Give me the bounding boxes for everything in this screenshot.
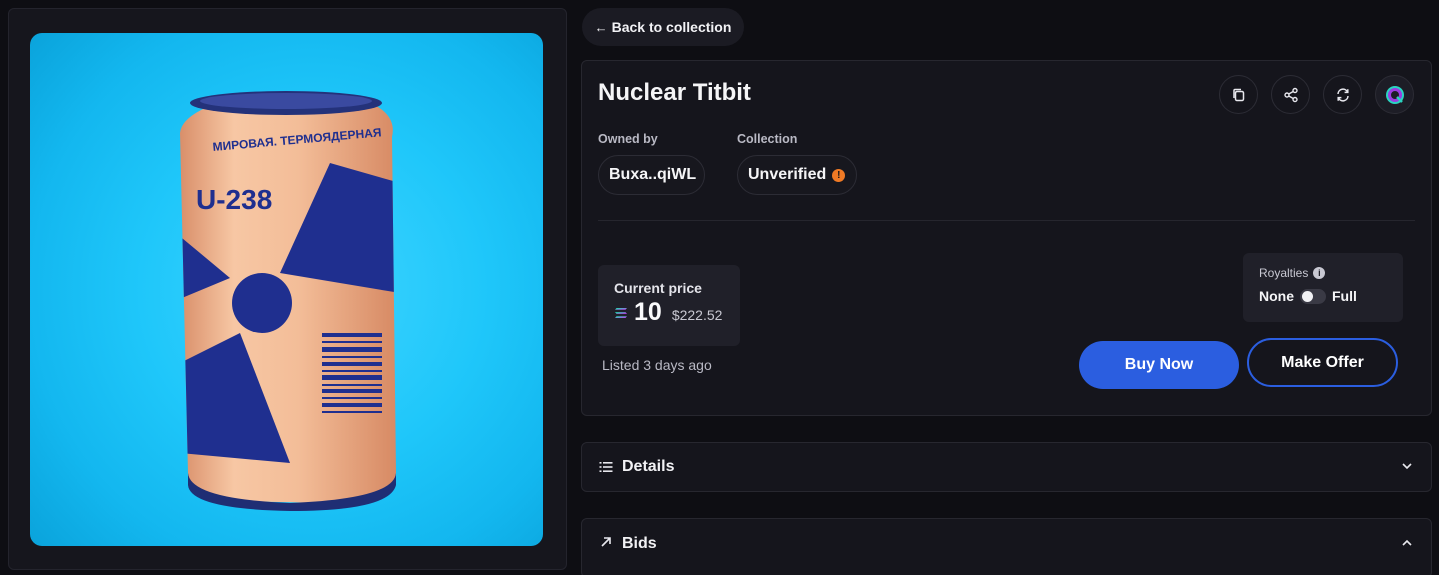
royalty-toggle[interactable] [1300, 288, 1326, 304]
price-value: 10 [634, 298, 662, 326]
share-button[interactable] [1271, 75, 1310, 114]
toggle-knob [1302, 290, 1313, 302]
list-icon [599, 462, 613, 472]
details-accordion[interactable]: Details [581, 442, 1432, 492]
listing-card: Nuclear Titbit Owned by Buxa..qiWL Colle… [581, 60, 1432, 416]
warning-icon: ! [832, 168, 846, 182]
copy-button[interactable] [1219, 75, 1258, 114]
chevron-down-icon [1402, 463, 1412, 470]
refresh-button[interactable] [1323, 75, 1362, 114]
royalty-option-full: Full [1332, 288, 1357, 304]
current-price-label: Current price [614, 280, 702, 296]
owner-pill[interactable]: Buxa..qiWL [598, 155, 705, 195]
chevron-up-icon [1402, 539, 1412, 546]
back-button-label: Back to collection [611, 19, 732, 35]
price-usd: $222.52 [671, 307, 723, 323]
divider [598, 220, 1415, 221]
image-panel: МИРОВАЯ. ТЕРМОЯДЕРНАЯ U-238 [8, 8, 567, 570]
current-price-box: Current price 10 $222.52 [598, 265, 740, 346]
buy-now-button[interactable]: Buy Now [1079, 341, 1239, 389]
back-to-collection-button[interactable]: ← Back to collection [582, 8, 744, 46]
details-title: Details [622, 458, 675, 475]
royalties-label-row: Royalties i [1259, 266, 1387, 280]
collection-pill[interactable]: Unverified ! [737, 155, 857, 195]
nft-image[interactable]: МИРОВАЯ. ТЕРМОЯДЕРНАЯ U-238 [30, 33, 543, 546]
collection-label: Collection [737, 132, 798, 146]
royalty-toggle-row: None Full [1259, 288, 1387, 304]
can-text-label: U-238 [196, 184, 272, 215]
nft-title: Nuclear Titbit [598, 79, 751, 106]
arrow-up-right-icon [601, 537, 611, 547]
royalties-label: Royalties [1259, 266, 1309, 280]
listed-time: Listed 3 days ago [602, 357, 712, 373]
explorer-brand-icon [1385, 85, 1404, 104]
owner-address: Buxa..qiWL [609, 166, 697, 183]
copy-icon [1232, 88, 1244, 101]
refresh-icon [1336, 87, 1349, 102]
arrow-left-icon: ← [594, 19, 608, 35]
collection-value: Unverified [748, 166, 827, 183]
owned-by-label: Owned by [598, 132, 658, 146]
share-icon [1283, 87, 1298, 102]
price-row: 10 $222.52 [614, 298, 724, 327]
nft-detail-page: МИРОВАЯ. ТЕРМОЯДЕРНАЯ U-238 ← Back to co… [0, 0, 1439, 575]
royalty-option-none: None [1259, 288, 1294, 304]
explorer-button[interactable] [1375, 75, 1414, 114]
bids-accordion[interactable]: Bids [581, 518, 1432, 575]
info-icon[interactable]: i [1313, 267, 1326, 279]
bids-title: Bids [622, 535, 657, 552]
make-offer-button[interactable]: Make Offer [1247, 338, 1398, 387]
royalties-box: Royalties i None Full [1243, 253, 1403, 322]
action-icon-row [1219, 75, 1414, 114]
solana-icon [615, 307, 627, 318]
soda-can-illustration: МИРОВАЯ. ТЕРМОЯДЕРНАЯ U-238 [180, 91, 396, 511]
